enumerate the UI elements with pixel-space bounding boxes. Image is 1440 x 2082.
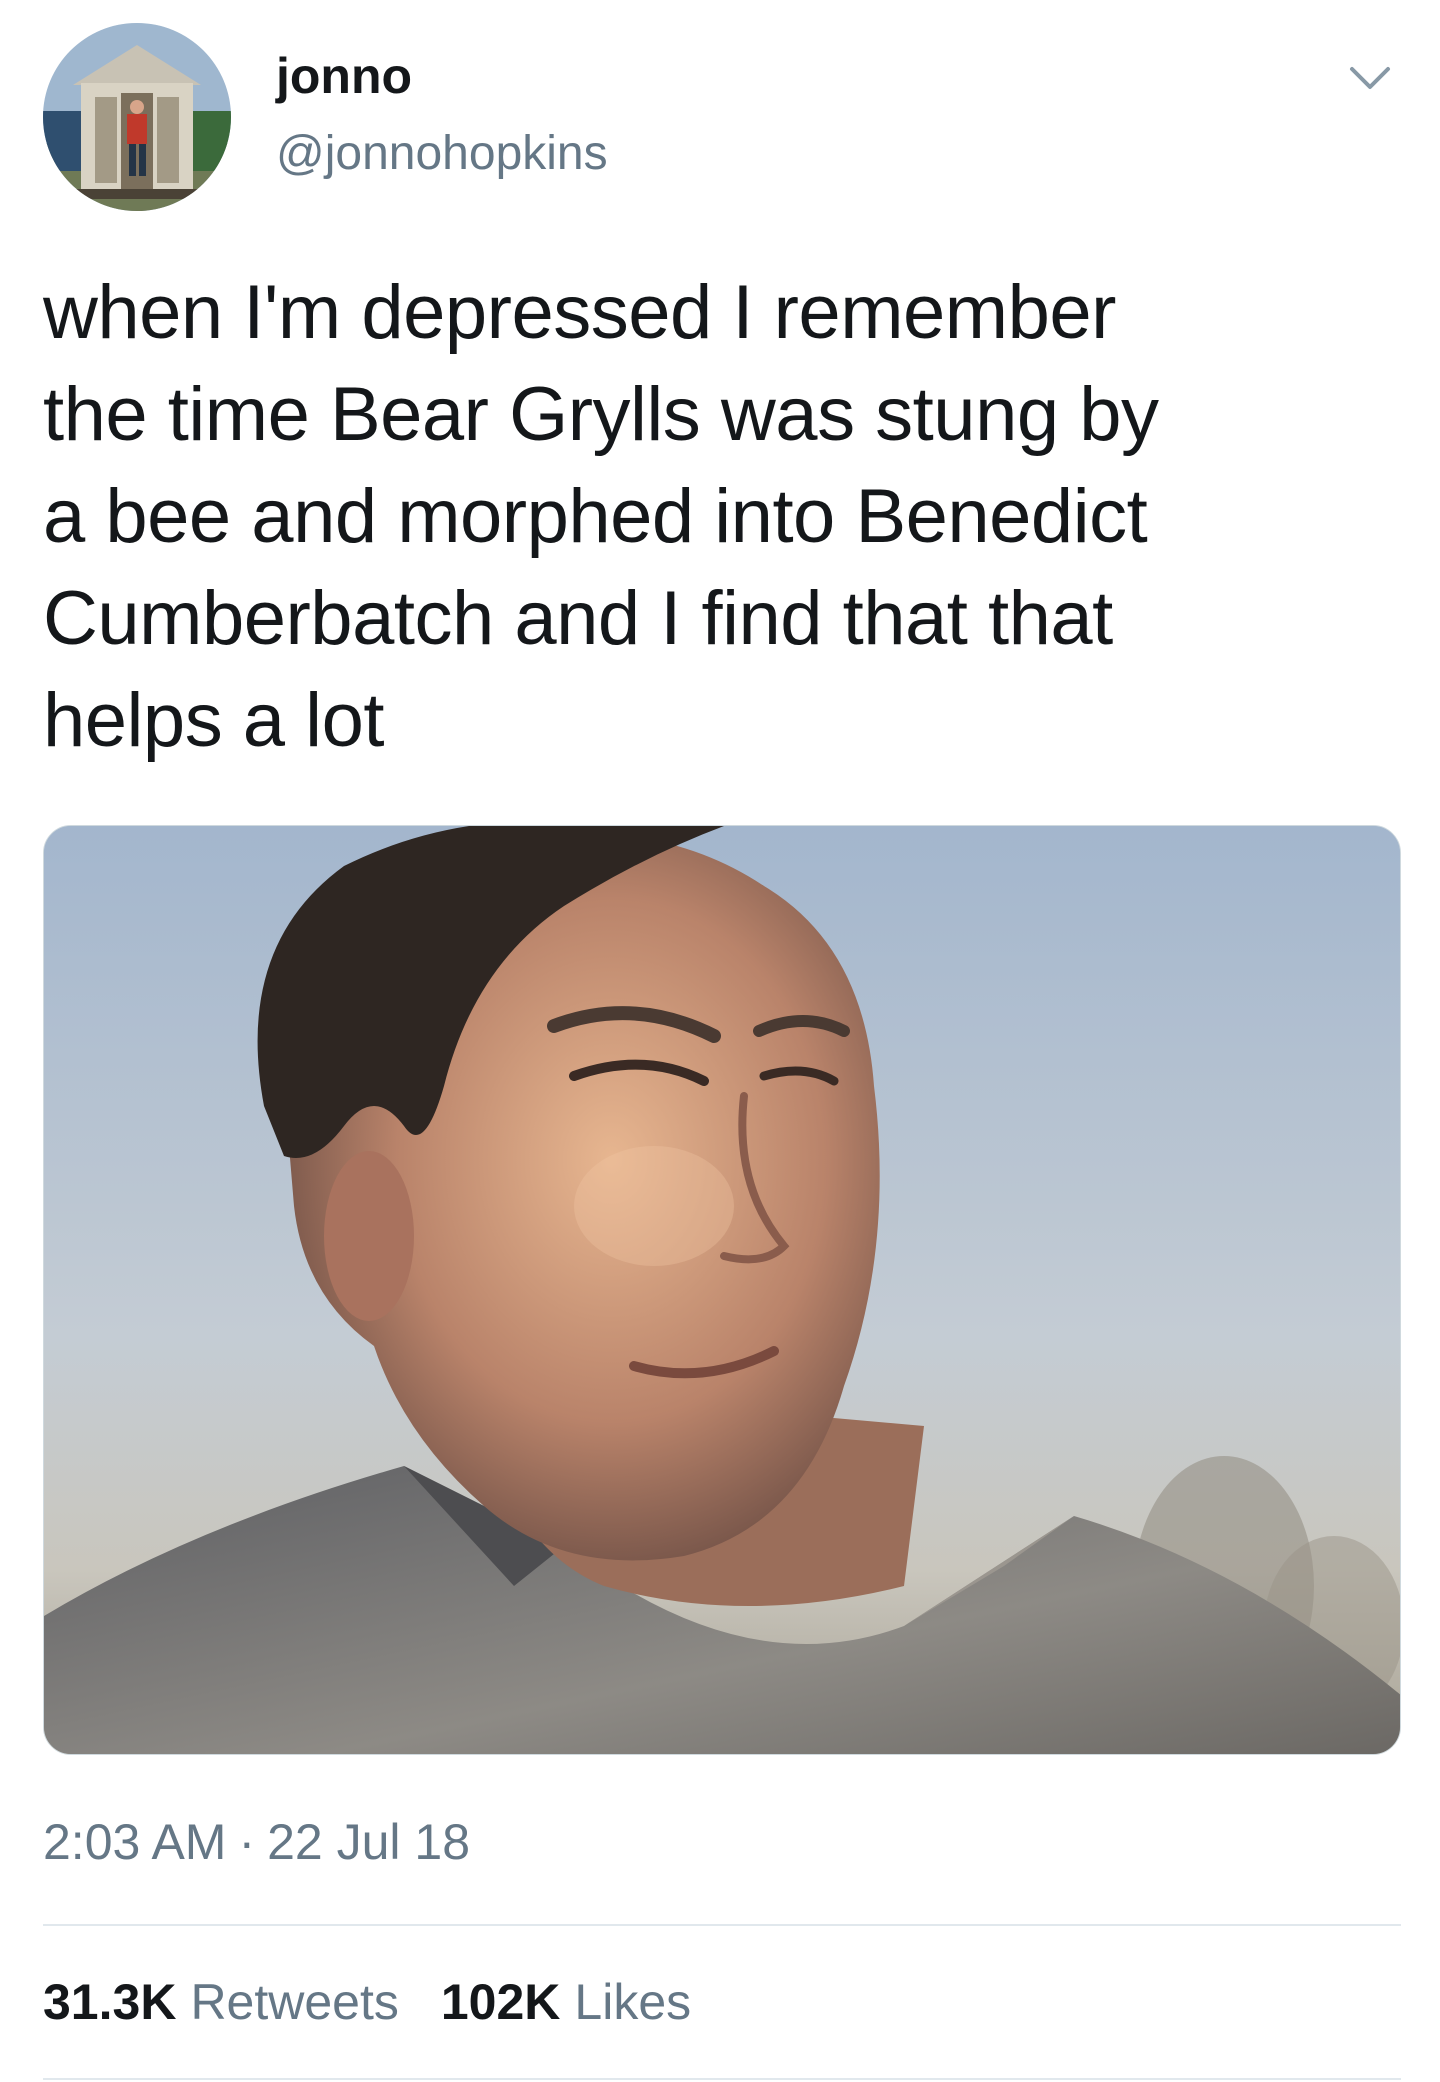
avatar-beach-hut-image: [43, 23, 231, 211]
display-name[interactable]: jonno: [276, 46, 412, 106]
tweet-card: jonno @jonnohopkins when I'm depressed I…: [0, 0, 1440, 2082]
user-handle[interactable]: @jonnohopkins: [276, 124, 608, 184]
tweet-time: 2:03 AM: [43, 1814, 227, 1870]
avatar[interactable]: [43, 23, 231, 211]
divider: [43, 1924, 1401, 1926]
tweet-timestamp[interactable]: 2:03 AM · 22 Jul 18: [43, 1812, 470, 1872]
tweet-stats: 31.3K Retweets 102K Likes: [43, 1972, 691, 2032]
tweet-media-photo[interactable]: [43, 825, 1401, 1755]
chevron-down-icon-glyph: [1350, 67, 1390, 89]
retweets-stat[interactable]: 31.3K Retweets: [43, 1972, 399, 2032]
divider: [43, 2078, 1401, 2080]
likes-stat[interactable]: 102K Likes: [441, 1972, 691, 2032]
retweets-label: Retweets: [190, 1974, 399, 2030]
likes-label: Likes: [574, 1974, 692, 2030]
likes-count: 102K: [440, 1974, 561, 2030]
tweet-date: 22 Jul 18: [267, 1814, 471, 1870]
chevron-down-icon[interactable]: [1340, 48, 1400, 108]
tweet-text: when I'm depressed I remember the time B…: [43, 270, 1159, 763]
timestamp-separator: ·: [238, 1814, 256, 1870]
retweets-count: 31.3K: [43, 1974, 177, 2030]
photo-of-man-squinting: [44, 826, 1400, 1754]
